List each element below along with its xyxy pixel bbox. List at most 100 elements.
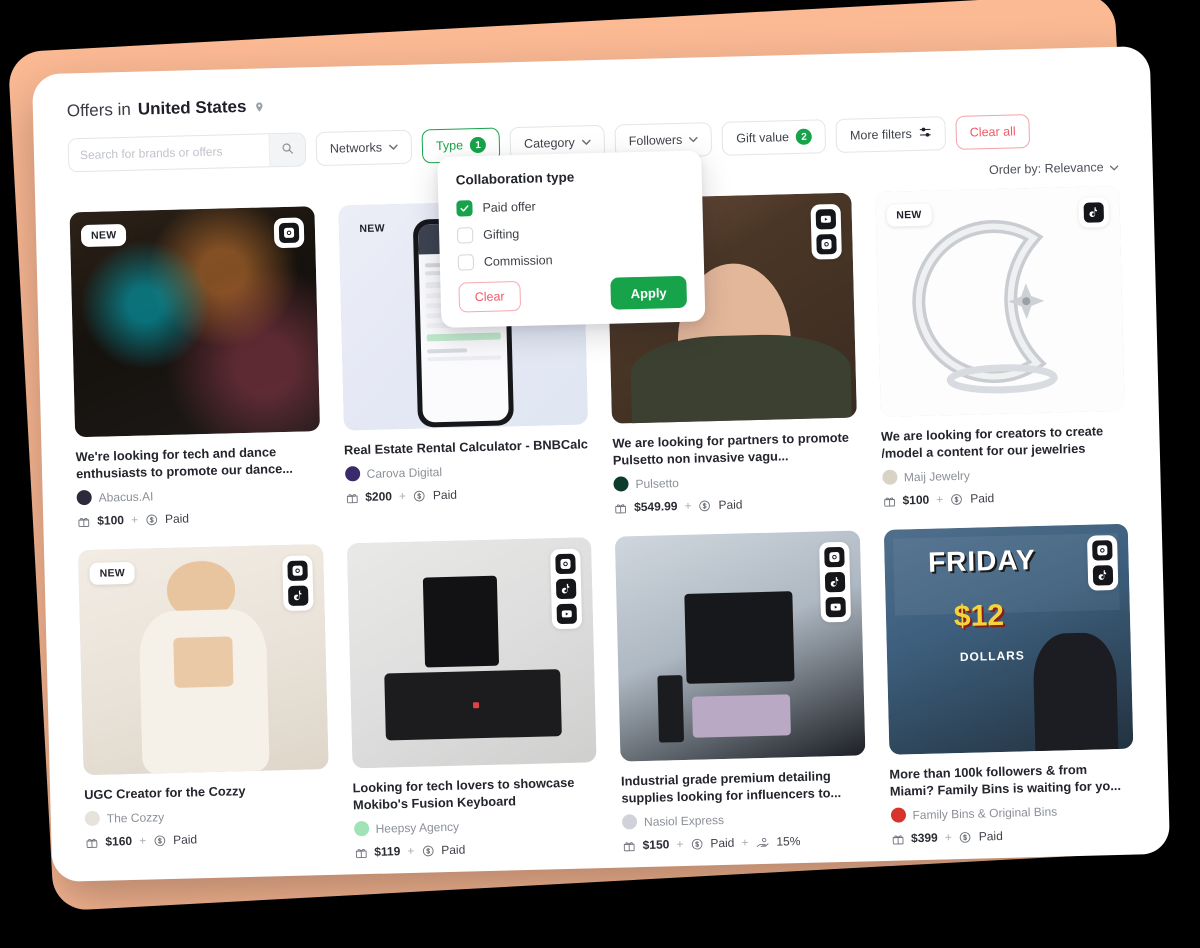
checkbox-paid-offer[interactable]: [456, 200, 473, 217]
order-by-dropdown[interactable]: Order by: Relevance: [989, 160, 1119, 177]
dollar-coin-icon: [153, 834, 166, 847]
search-box[interactable]: [67, 132, 307, 173]
brand-name: Abacus.AI: [98, 488, 154, 505]
dropdown-apply-button[interactable]: Apply: [610, 275, 688, 310]
option-gifting-label: Gifting: [482, 226, 520, 242]
social-networks-badge: [818, 541, 851, 623]
plus-separator-icon: +: [138, 833, 147, 848]
location-pin-icon: [253, 100, 264, 113]
offer-card[interactable]: Looking for tech lovers to showcase Moki…: [346, 537, 598, 859]
chevron-down-icon: [1109, 160, 1119, 174]
portrait-midriff-shape: [173, 636, 234, 688]
payment-type: Paid: [970, 491, 995, 506]
plus-separator-icon: +: [684, 498, 692, 513]
option-gifting[interactable]: Gifting: [456, 222, 685, 244]
clear-all-button[interactable]: Clear all: [955, 114, 1031, 150]
filter-category-label: Category: [523, 135, 575, 151]
filter-more-filters-label: More filters: [849, 127, 913, 143]
offer-card[interactable]: FRIDAY $12 DOLLARS More than 100k follow…: [883, 523, 1135, 846]
dollar-coin-icon: [950, 492, 963, 505]
offer-card[interactable]: Industrial grade premium detailing suppl…: [614, 530, 867, 853]
offer-card[interactable]: NEW We are looking for creators to creat…: [874, 185, 1127, 508]
brand-name: Heepsy Agency: [375, 819, 460, 836]
offer-title: Looking for tech lovers to showcase Moki…: [352, 774, 575, 813]
detailing-box-shape: [684, 590, 795, 684]
gift-icon: [354, 846, 367, 859]
gift-value: $100: [902, 492, 930, 508]
checkbox-commission[interactable]: [457, 254, 475, 271]
instagram-icon: [555, 553, 576, 575]
keyboard-accent-key: [472, 702, 479, 709]
offer-thumbnail[interactable]: NEW: [874, 185, 1125, 417]
option-paid-offer[interactable]: Paid offer: [456, 195, 684, 217]
dropdown-actions: Clear Apply: [458, 275, 688, 314]
microfiber-towel-shape: [692, 694, 792, 738]
option-commission-label: Commission: [483, 253, 553, 269]
social-networks-badge: [1078, 197, 1110, 228]
offer-thumbnail[interactable]: NEW: [78, 544, 329, 776]
option-commission[interactable]: Commission: [457, 249, 686, 271]
offer-card[interactable]: NEW UGC Creator for the Cozzy The Cozzy: [78, 544, 330, 866]
new-badge: NEW: [89, 561, 136, 586]
new-badge: NEW: [886, 203, 932, 227]
spray-bottle-shape: [657, 674, 684, 743]
offers-panel: Offers in United States Search for brand…: [31, 45, 1171, 883]
dollar-coin-icon: [145, 513, 158, 526]
filter-followers-label: Followers: [628, 132, 683, 149]
offer-brand: Family Bins & Original Bins: [890, 802, 1135, 823]
brand-avatar: [621, 814, 638, 830]
offer-title: We are looking for creators to create /m…: [880, 423, 1104, 461]
chevron-down-icon: [689, 134, 699, 144]
payment-type: Paid: [432, 487, 458, 503]
dollars-label-text: DOLLARS: [959, 647, 1025, 664]
youtube-icon: [556, 603, 578, 625]
search-input[interactable]: [68, 134, 270, 172]
offer-card[interactable]: NEW We're looking for tech and dance ent…: [69, 206, 321, 528]
filter-networks-label: Networks: [329, 140, 383, 156]
brand-name: Nasiol Express: [643, 812, 725, 829]
payment-type: Paid: [710, 835, 735, 851]
offer-meta: $119 + Paid: [354, 839, 599, 859]
dropdown-clear-button[interactable]: Clear: [458, 280, 521, 313]
filter-more-filters[interactable]: More filters: [835, 116, 947, 153]
new-badge: NEW: [359, 222, 386, 236]
commission-hand-coin-icon: [755, 835, 769, 848]
search-button[interactable]: [268, 133, 306, 167]
brand-avatar: [881, 469, 898, 485]
chevron-down-icon: [389, 142, 398, 152]
payment-type: Paid: [978, 829, 1003, 844]
plus-separator-icon: +: [130, 512, 139, 527]
offer-thumbnail[interactable]: [346, 537, 597, 769]
offer-thumbnail[interactable]: NEW: [69, 206, 320, 438]
gift-value: $160: [105, 834, 133, 849]
plus-separator-icon: +: [741, 835, 749, 850]
plus-separator-icon: +: [936, 492, 944, 507]
offer-title: More than 100k followers & from Miami? F…: [889, 761, 1122, 799]
offer-thumbnail[interactable]: FRIDAY $12 DOLLARS: [883, 523, 1134, 755]
gift-icon: [882, 494, 895, 507]
commission-value: 15%: [776, 834, 801, 849]
price-12-text: $12: [953, 598, 1005, 634]
checkbox-gifting[interactable]: [456, 227, 474, 244]
filter-networks[interactable]: Networks: [315, 129, 413, 167]
plus-separator-icon: +: [944, 830, 952, 845]
filter-type-count-badge: 1: [469, 136, 487, 154]
dollar-coin-icon: [959, 830, 972, 843]
tiktok-icon: [1083, 202, 1105, 223]
filter-gift-value[interactable]: Gift value 2: [721, 119, 827, 156]
gift-value: $150: [642, 837, 670, 853]
payment-type: Paid: [441, 842, 466, 858]
offer-brand: Nasiol Express: [621, 808, 867, 830]
gift-value: $100: [97, 513, 125, 528]
new-badge: NEW: [80, 223, 127, 248]
payment-type: Paid: [172, 832, 198, 847]
offer-title: UGC Creator for the Cozzy: [84, 783, 246, 803]
social-networks-badge: [281, 555, 314, 612]
option-paid-offer-label: Paid offer: [482, 199, 536, 215]
offer-thumbnail[interactable]: [614, 530, 865, 762]
offer-title: Industrial grade premium detailing suppl…: [620, 768, 842, 806]
offer-title: We are looking for partners to promote P…: [612, 429, 850, 468]
dollar-coin-icon: [413, 489, 426, 502]
offers-panel-wrapper: Offers in United States Search for brand…: [31, 45, 1171, 883]
brand-avatar: [613, 476, 629, 492]
